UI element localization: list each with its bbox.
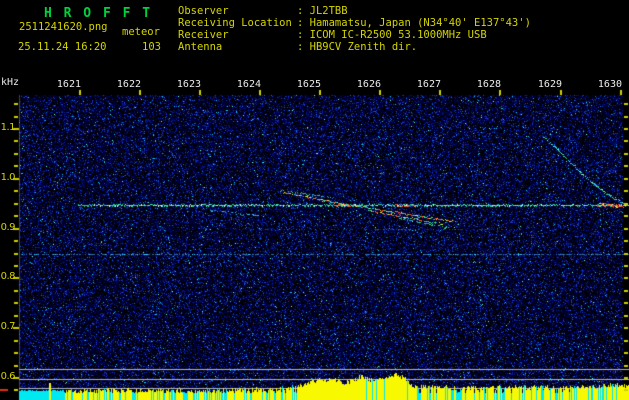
info-label: Observer [178, 5, 229, 17]
y-tick-label: 0.8 [0, 271, 16, 282]
info-row: Receiver : ICOM IC-R2500 53.1000MHz USB [178, 29, 531, 41]
info-row: Receiving Location : Hamamatsu, Japan (N3… [178, 17, 531, 29]
y-tick-label: 0.7 [0, 321, 16, 332]
x-tick-label: 1628 [476, 79, 501, 90]
info-value: : JL2TBB [297, 5, 348, 17]
hrofft-output-image: H R O F F T 2511241620.png meteor 25.11.… [0, 0, 629, 400]
x-tick-label: 1624 [236, 79, 261, 90]
y-tick-label: 0.6 [0, 371, 16, 382]
output-filename: 2511241620.png [19, 21, 108, 33]
y-axis-unit-label: kHz [1, 77, 20, 88]
x-tick-label: 1629 [537, 79, 562, 90]
mode-label: meteor [122, 26, 160, 38]
x-tick-label: 1621 [56, 79, 81, 90]
y-tick-label: 0.9 [0, 222, 16, 233]
station-info-block: Observer : JL2TBB Receiving Location : Hama… [178, 5, 531, 53]
x-tick-label: 1622 [116, 79, 141, 90]
x-tick-label: 1623 [176, 79, 201, 90]
info-value: : ICOM IC-R2500 53.1000MHz USB [297, 29, 487, 41]
y-tick-label: 1.0 [0, 172, 16, 183]
echo-count: 103 [142, 41, 161, 53]
y-tick-label: 1.1 [0, 122, 16, 133]
info-label: Receiving Location [178, 17, 292, 29]
x-tick-label: 1626 [356, 79, 381, 90]
info-label: Antenna [178, 41, 223, 53]
x-tick-label: 1625 [296, 79, 321, 90]
info-row: Observer : JL2TBB [178, 5, 531, 17]
timestamp: 25.11.24 16:20 [18, 41, 107, 53]
info-value: : Hamamatsu, Japan (N34°40' E137°43') [297, 17, 531, 29]
info-row: Antenna : HB9CV Zenith dir. [178, 41, 531, 53]
app-title: H R O F F T [44, 6, 153, 21]
x-tick-label: 1630 [597, 79, 622, 90]
spectrogram-canvas [0, 0, 629, 400]
x-tick-label: 1627 [416, 79, 441, 90]
info-value: : HB9CV Zenith dir. [297, 41, 418, 53]
info-label: Receiver [178, 29, 229, 41]
